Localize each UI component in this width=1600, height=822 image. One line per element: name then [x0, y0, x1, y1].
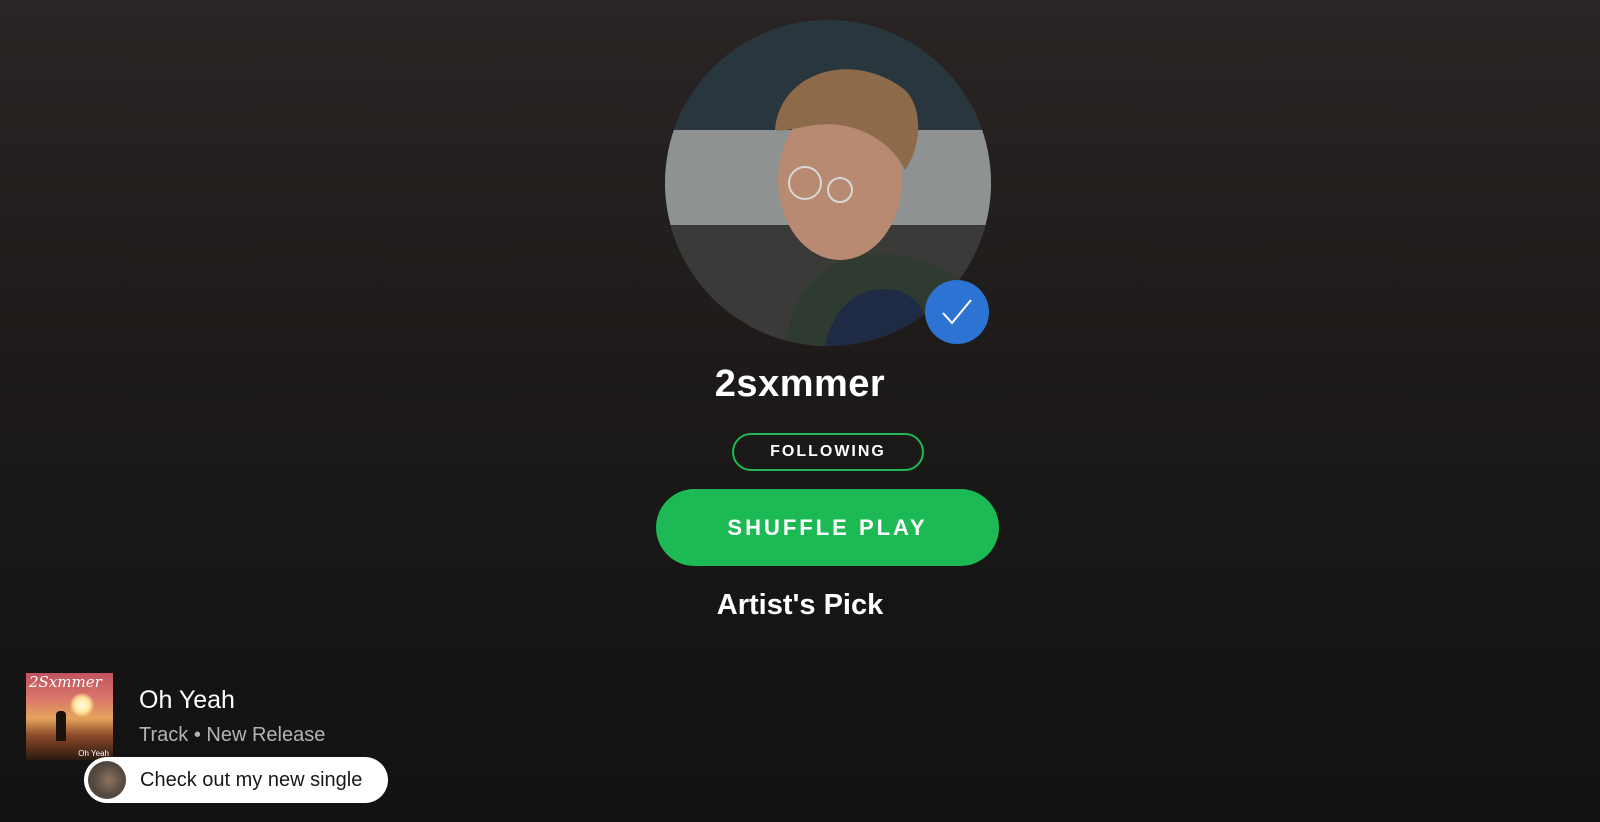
cover-title-text: 2Sxmmer [29, 673, 102, 691]
comment-avatar [88, 761, 126, 799]
track-cover-art[interactable]: 2Sxmmer Oh Yeah [26, 673, 113, 760]
cover-figure-graphic [56, 711, 66, 741]
shuffle-play-button[interactable]: SHUFFLE PLAY [656, 489, 999, 566]
artists-pick-item[interactable]: 2Sxmmer Oh Yeah Oh Yeah Track • New Rele… [26, 673, 666, 813]
cover-sun-graphic [70, 693, 94, 717]
artist-avatar-container [665, 20, 991, 346]
following-button[interactable]: FOLLOWING [732, 433, 924, 471]
verified-badge [925, 280, 989, 344]
track-meta: Track • New Release [139, 724, 326, 746]
artist-comment-bubble: Check out my new single [84, 757, 389, 803]
artist-name: 2sxmmer [714, 363, 886, 405]
checkmark-icon [942, 299, 972, 325]
artists-pick-heading: Artist's Pick [716, 589, 884, 621]
comment-text: Check out my new single [140, 768, 363, 791]
track-title[interactable]: Oh Yeah [139, 686, 235, 715]
